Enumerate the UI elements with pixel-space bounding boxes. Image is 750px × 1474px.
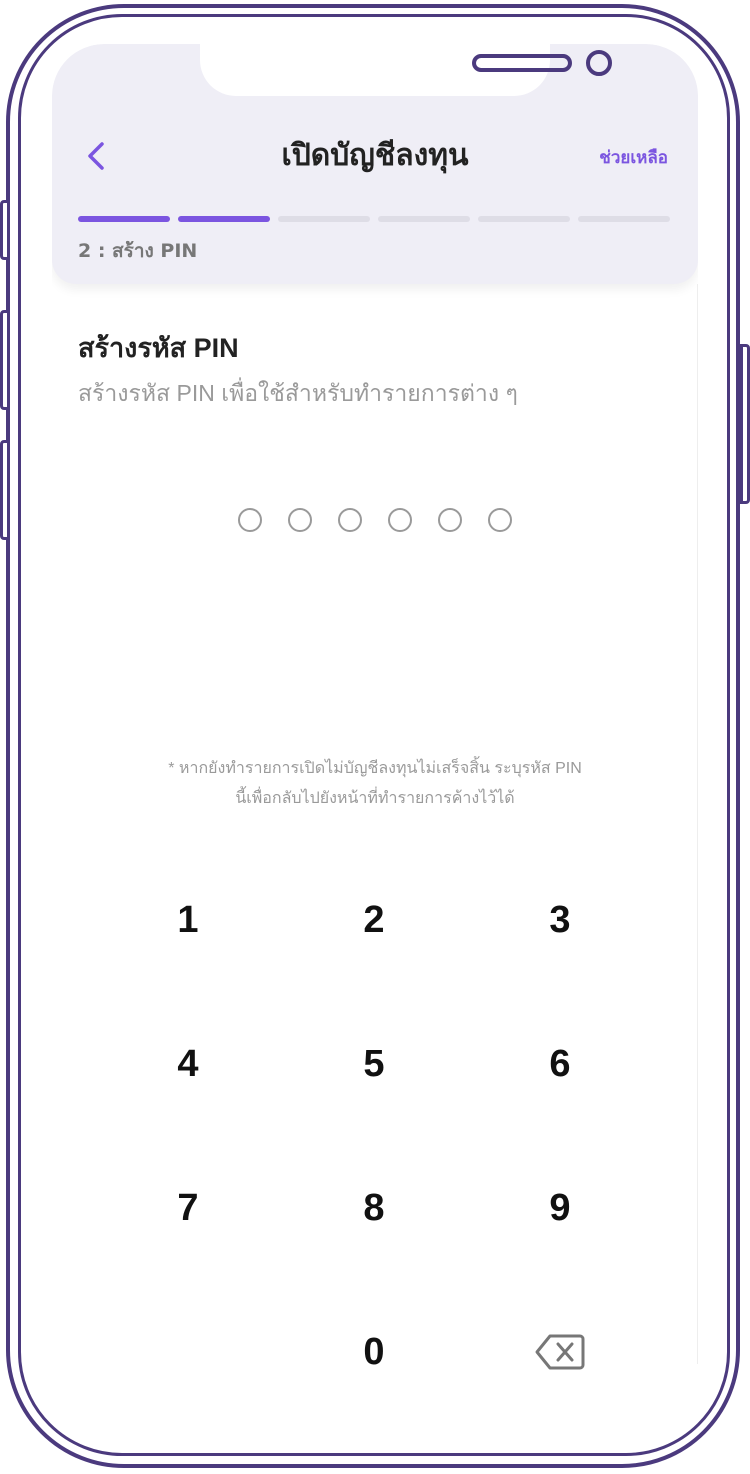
pin-indicator bbox=[238, 508, 512, 532]
page-header-title: เปิดบัญชีลงทุน bbox=[281, 139, 469, 172]
key-7[interactable]: 7 bbox=[128, 1158, 248, 1258]
back-button[interactable] bbox=[82, 136, 114, 176]
pin-dot bbox=[438, 508, 462, 532]
key-6[interactable]: 6 bbox=[500, 1014, 620, 1114]
step-label: 2 : สร้าง PIN bbox=[78, 240, 198, 262]
progress-segment bbox=[478, 216, 570, 222]
key-1[interactable]: 1 bbox=[128, 870, 248, 970]
key-0[interactable]: 0 bbox=[314, 1302, 434, 1402]
note-line: * หากยังทำรายการเปิดไม่บัญชีลงทุนไม่เสร็… bbox=[168, 760, 582, 777]
progress-segment bbox=[178, 216, 270, 222]
key-2[interactable]: 2 bbox=[314, 870, 434, 970]
pin-title: สร้างรหัส PIN bbox=[78, 333, 239, 363]
side-button-volume-up bbox=[0, 310, 10, 410]
side-button-mute bbox=[0, 200, 10, 260]
resume-note: * หากยังทำรายการเปิดไม่บัญชีลงทุนไม่เสร็… bbox=[92, 754, 658, 814]
pin-dot bbox=[488, 508, 512, 532]
pin-dot bbox=[288, 508, 312, 532]
pin-dot bbox=[338, 508, 362, 532]
side-button-volume-down bbox=[0, 440, 10, 540]
key-3[interactable]: 3 bbox=[500, 870, 620, 970]
delete-button[interactable] bbox=[500, 1302, 620, 1402]
divider bbox=[697, 284, 698, 1364]
key-9[interactable]: 9 bbox=[500, 1158, 620, 1258]
notch bbox=[200, 44, 612, 96]
side-button-power bbox=[740, 344, 750, 504]
progress-segment bbox=[578, 216, 670, 222]
chevron-left-icon bbox=[88, 142, 104, 170]
note-line: นี้เพื่อกลับไปยังหน้าที่ทำรายการค้างไว้ไ… bbox=[235, 790, 515, 807]
step-progress bbox=[78, 216, 670, 222]
phone-screen: เปิดบัญชีลงทุน ช่วยเหลือ 2 : สร้าง PIN ส… bbox=[52, 44, 698, 1424]
pin-dot bbox=[238, 508, 262, 532]
speaker bbox=[472, 54, 572, 72]
pin-subtitle: สร้างรหัส PIN เพื่อใช้สำหรับทำรายการต่าง… bbox=[78, 380, 518, 406]
key-5[interactable]: 5 bbox=[314, 1014, 434, 1114]
backspace-icon bbox=[535, 1334, 585, 1370]
header: เปิดบัญชีลงทุน ช่วยเหลือ 2 : สร้าง PIN bbox=[52, 44, 698, 284]
progress-segment bbox=[78, 216, 170, 222]
key-8[interactable]: 8 bbox=[314, 1158, 434, 1258]
pin-dot bbox=[388, 508, 412, 532]
key-4[interactable]: 4 bbox=[128, 1014, 248, 1114]
help-link[interactable]: ช่วยเหลือ bbox=[599, 144, 668, 171]
progress-segment bbox=[378, 216, 470, 222]
camera bbox=[586, 50, 612, 76]
progress-segment bbox=[278, 216, 370, 222]
